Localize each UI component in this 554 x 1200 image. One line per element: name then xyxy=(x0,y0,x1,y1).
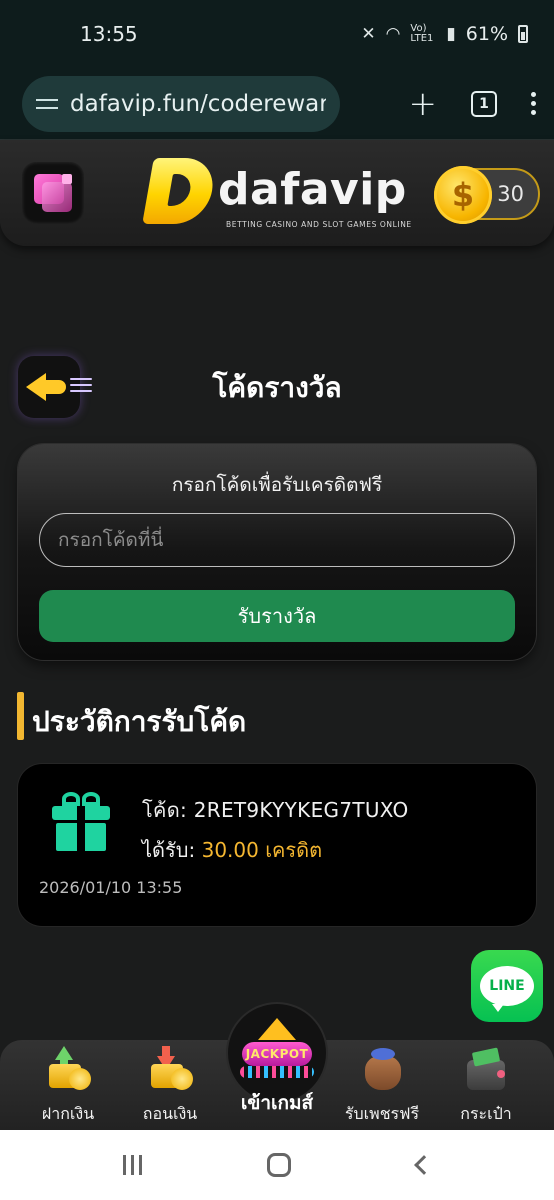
deposit-icon xyxy=(45,1046,91,1092)
home-icon[interactable] xyxy=(267,1153,292,1177)
battery-percent: 61% xyxy=(465,23,508,45)
history-datetime: 2026/01/10 13:55 xyxy=(39,878,183,897)
credit-balance-pill[interactable]: $ 30 xyxy=(434,166,540,224)
crown-icon xyxy=(258,1018,296,1040)
battery-icon xyxy=(518,25,528,43)
status-bar: 13:55 ✕ ◠ Vo) LTE1 ▮ 61% xyxy=(0,0,554,68)
history-code: โค้ด: 2RET9KYYKEG7TUXO xyxy=(142,794,409,826)
redeem-label: กรอกโค้ดเพื่อรับเครดิตฟรี xyxy=(171,474,383,496)
url-text[interactable]: dafavip.fun/coderewar xyxy=(70,91,326,117)
brand-tagline: BETTING CASINO AND SLOT GAMES ONLINE xyxy=(226,220,412,229)
site-header: dafavip BETTING CASINO AND SLOT GAMES ON… xyxy=(0,140,554,246)
nav-wallet[interactable]: กระเป๋า xyxy=(436,1046,536,1127)
nav-withdraw-label: ถอนเงิน xyxy=(142,1104,198,1123)
menu-icon[interactable] xyxy=(22,162,84,224)
network-label: Vo) LTE1 xyxy=(410,23,434,44)
mute-icon: ✕ xyxy=(361,24,376,44)
jackpot-icon: JACKPOT xyxy=(242,1042,312,1066)
section-accent-bar xyxy=(17,692,24,740)
gift-icon xyxy=(52,792,110,852)
wallet-icon xyxy=(463,1046,509,1092)
address-bar[interactable]: dafavip.fun/coderewar xyxy=(22,75,340,132)
nav-free-gems[interactable]: รับเพชรฟรี xyxy=(332,1046,432,1127)
brand-logo[interactable]: dafavip BETTING CASINO AND SLOT GAMES ON… xyxy=(142,158,411,238)
line-chat-button[interactable]: LINE xyxy=(471,950,543,1022)
nav-withdraw[interactable]: ถอนเงิน xyxy=(120,1046,220,1127)
gem-bag-icon xyxy=(359,1046,405,1092)
signal-icon: ▮ xyxy=(446,24,456,44)
coin-icon: $ xyxy=(434,166,492,224)
history-reward-label: ได้รับ: xyxy=(142,838,196,862)
redeem-code-card: กรอกโค้ดเพื่อรับเครดิตฟรี รับรางวัล xyxy=(18,444,536,660)
withdraw-icon xyxy=(147,1046,193,1092)
system-nav-bar xyxy=(0,1130,554,1200)
nav-deposit-label: ฝากเงิน xyxy=(41,1104,95,1123)
site-settings-icon[interactable] xyxy=(36,95,58,113)
credit-balance: 30 xyxy=(497,182,524,206)
wifi-icon: ◠ xyxy=(385,24,401,44)
nav-play-game-label[interactable]: เข้าเกมส์ xyxy=(228,1088,326,1118)
recents-icon[interactable] xyxy=(122,1155,142,1175)
line-icon: LINE xyxy=(480,966,534,1012)
history-code-label: โค้ด: xyxy=(142,798,188,822)
bottom-nav: ฝากเงิน ถอนเงิน JACKPOT เข้าเกมส์ รับเพช… xyxy=(0,1004,554,1130)
history-item: โค้ด: 2RET9KYYKEG7TUXO ได้รับ: 30.00 เคร… xyxy=(18,764,536,926)
history-reward: ได้รับ: 30.00 เครดิต xyxy=(142,834,322,866)
new-tab-icon[interactable]: + xyxy=(409,87,438,121)
history-reward-amount: 30.00 เครดิต xyxy=(201,838,323,862)
history-code-value: 2RET9KYYKEG7TUXO xyxy=(193,798,409,822)
browser-toolbar: dafavip.fun/coderewar + 1 xyxy=(0,68,554,140)
status-time: 13:55 xyxy=(80,22,138,46)
claim-reward-button[interactable]: รับรางวัล xyxy=(39,590,515,642)
logo-mark-icon xyxy=(142,158,218,224)
nav-wallet-label: กระเป๋า xyxy=(460,1104,512,1123)
tab-switcher-icon[interactable]: 1 xyxy=(471,90,497,117)
page-title: โค้ดรางวัล xyxy=(212,371,342,404)
browser-actions: + 1 xyxy=(409,87,536,121)
back-nav-icon[interactable] xyxy=(414,1155,435,1175)
status-icons: ✕ ◠ Vo) LTE1 ▮ 61% xyxy=(361,23,528,45)
nav-deposit[interactable]: ฝากเงิน xyxy=(18,1046,118,1127)
history-title: ประวัติการรับโค้ด xyxy=(32,705,247,738)
brand-name: dafavip xyxy=(218,164,407,215)
code-input[interactable] xyxy=(39,513,515,567)
more-menu-icon[interactable] xyxy=(531,92,536,115)
nav-free-gems-label: รับเพชรฟรี xyxy=(344,1104,420,1123)
